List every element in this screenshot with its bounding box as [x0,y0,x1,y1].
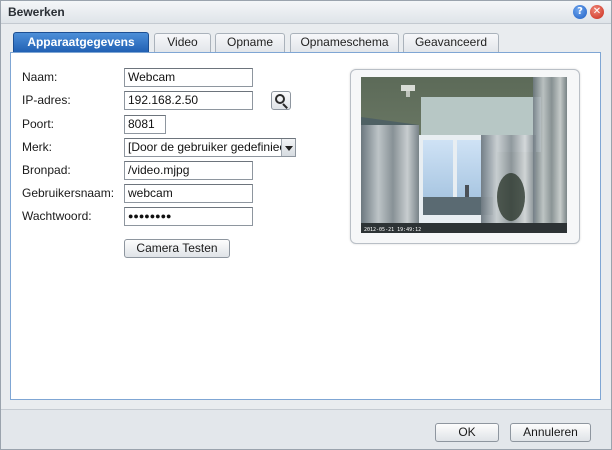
tab-opname[interactable]: Opname [215,33,285,52]
dialog-footer: OK Annuleren [1,409,611,449]
chevron-down-icon[interactable] [281,139,295,156]
password-label: Wachtwoord: [22,209,92,223]
ip-label: IP-adres: [22,93,71,107]
brand-label: Merk: [22,140,52,154]
dialog-title: Bewerken [8,5,65,19]
camera-snapshot: 2012-05-21 19:49:12 [361,77,567,233]
name-input[interactable]: Webcam [124,68,253,87]
tab-opnameschema[interactable]: Opnameschema [290,33,399,52]
test-camera-button[interactable]: Camera Testen [124,239,230,258]
tab-label: Apparaatgegevens [27,35,135,49]
cancel-button[interactable]: Annuleren [510,423,591,442]
password-input[interactable]: ●●●●●●●● [124,207,253,226]
ok-button[interactable]: OK [435,423,499,442]
path-label: Bronpad: [22,163,71,177]
tab-video[interactable]: Video [154,33,211,52]
camera-timestamp-overlay: 2012-05-21 19:49:12 [364,227,421,233]
brand-select[interactable]: [Door de gebruiker gedefinieerd] [124,138,296,157]
username-input[interactable]: webcam [124,184,253,203]
ip-input[interactable]: 192.168.2.50 [124,91,253,110]
close-icon[interactable]: ✕ [590,5,604,19]
brand-select-value: [Door de gebruiker gedefinieerd] [128,140,296,154]
title-bar: Bewerken ? ✕ [1,1,611,24]
edit-dialog: Bewerken ? ✕ Apparaatgegevens Video Opna… [0,0,612,450]
help-icon[interactable]: ? [573,5,587,19]
tab-label: Video [167,35,198,49]
magnifier-handle [282,103,288,109]
tab-label: Geavanceerd [414,35,488,49]
name-label: Naam: [22,70,58,84]
search-ip-button[interactable] [271,91,291,110]
source-path-input[interactable]: /video.mjpg [124,161,253,180]
camera-preview-image: 2012-05-21 19:49:12 [361,77,567,233]
tab-apparaatgegevens[interactable]: Apparaatgegevens [13,32,149,53]
tab-label: Opnameschema [300,35,389,49]
port-input[interactable]: 8081 [124,115,166,134]
username-label: Gebruikersnaam: [22,186,115,200]
tab-label: Opname [226,35,274,49]
tab-geavanceerd[interactable]: Geavanceerd [403,33,499,52]
port-label: Poort: [22,117,55,131]
